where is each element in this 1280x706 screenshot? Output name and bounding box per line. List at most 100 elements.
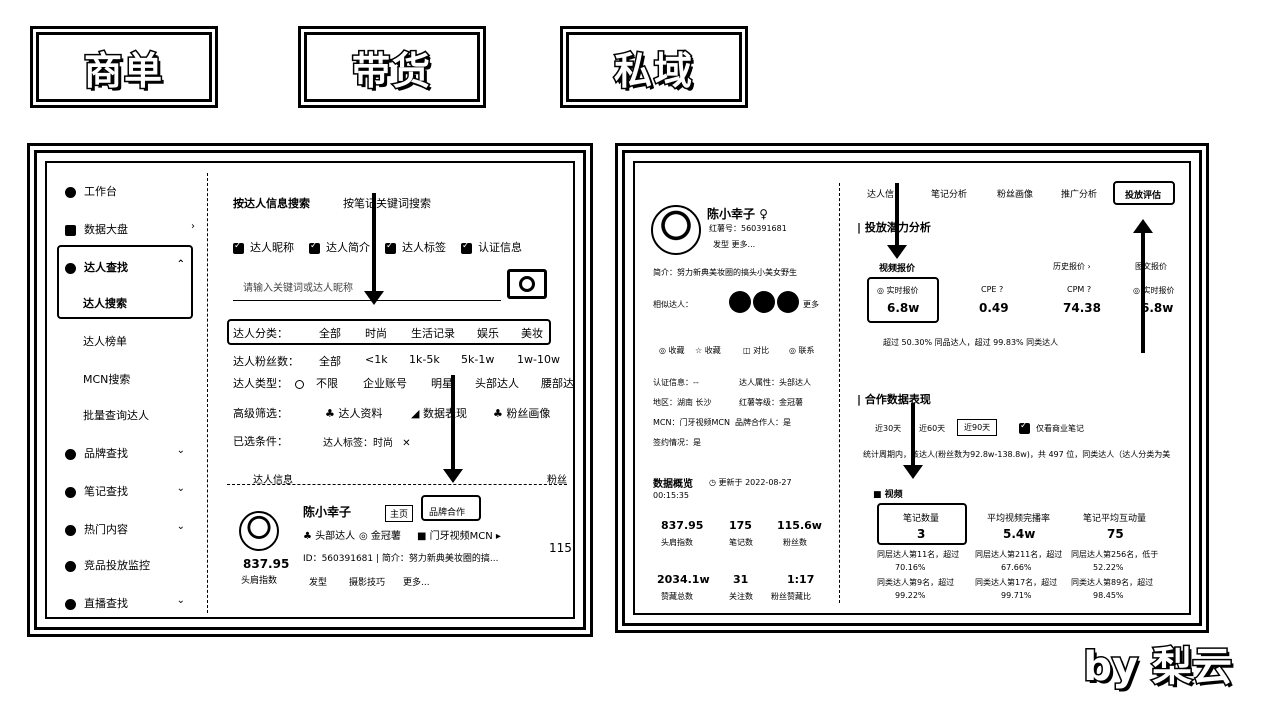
- checkbox-label: 达人简介: [326, 241, 370, 254]
- checkbox-commercial[interactable]: 仅看商业笔记: [1019, 421, 1084, 434]
- type-top[interactable]: 头部达人: [475, 375, 519, 391]
- tag-link-photo[interactable]: 摄影技巧: [349, 575, 385, 588]
- stat-value: 5.4w: [1003, 527, 1036, 541]
- type-waist[interactable]: 腰部达: [541, 375, 574, 391]
- beat-text: 超过 50.30% 同品达人，超过 99.83% 同类达人: [883, 338, 1059, 347]
- category-fashion[interactable]: 时尚: [365, 325, 387, 341]
- category-ent[interactable]: 娱乐: [477, 325, 499, 341]
- tag-link-hair[interactable]: 发型: [309, 575, 327, 588]
- radio-icon: [295, 379, 304, 389]
- sidebar-item-live[interactable]: 直播查找 ⌄: [65, 595, 185, 611]
- category-beauty[interactable]: 美妆: [521, 325, 543, 341]
- sidebar-item-brand[interactable]: 品牌查找 ⌄: [65, 445, 185, 461]
- left-screenshot-panel: 工作台 数据大盘 › 达人查找 ⌃ 达人搜索 达人榜单 MCN搜索 批量查询达人 品…: [27, 143, 593, 637]
- checkbox-tag[interactable]: 达人标签: [385, 239, 446, 255]
- sidebar-item-mcn-search[interactable]: MCN搜索: [83, 371, 130, 387]
- sidebar-item-label: 直播查找: [84, 597, 128, 610]
- sidebar-item-notes[interactable]: 笔记查找 ⌄: [65, 483, 185, 499]
- tab-promotion[interactable]: 推广分析: [1061, 187, 1097, 200]
- chevron-down-icon: ⌄: [176, 483, 185, 494]
- tab-search-by-keyword[interactable]: 按笔记关键词搜索: [343, 195, 431, 211]
- selected-chip[interactable]: 达人标签：时尚 ✕: [323, 434, 411, 449]
- tab-siyu[interactable]: 私域: [560, 26, 748, 108]
- search-button[interactable]: [507, 269, 547, 299]
- section-title-text: 合作数据表现: [864, 393, 931, 406]
- tab-influencer-info[interactable]: 达人信: [867, 187, 894, 200]
- similar-avatars[interactable]: [729, 291, 799, 315]
- video-quote-tab[interactable]: 视频报价: [879, 261, 915, 274]
- selected-chip-text: 达人标签：时尚: [323, 438, 393, 449]
- tab-evaluation[interactable]: 投放评估: [1113, 181, 1175, 205]
- metric-highlight-box: [867, 277, 939, 323]
- category-all[interactable]: 全部: [319, 325, 341, 341]
- avatar[interactable]: [729, 291, 751, 313]
- influencer-name: 陈小幸子 ♀: [707, 207, 768, 221]
- similar-more[interactable]: 更多: [803, 299, 819, 310]
- info-brand-partner: 品牌合作人：是: [735, 418, 791, 427]
- period-60[interactable]: 近60天: [919, 423, 945, 434]
- sidebar-item-label: 数据大盘: [84, 223, 128, 236]
- stat-foot: 同层达人第256名，低于: [1071, 550, 1159, 559]
- checkbox-bio[interactable]: 达人简介: [309, 239, 370, 255]
- influencer-tags[interactable]: 发型 更多...: [713, 239, 755, 250]
- checkbox-verify[interactable]: 认证信息: [461, 239, 522, 255]
- tab-label: 商单: [82, 47, 164, 94]
- action-compare[interactable]: ◫ 对比: [743, 345, 769, 356]
- sidebar-item-influencer-ranking[interactable]: 达人榜单: [83, 333, 127, 349]
- metric-label-text: CPE: [981, 285, 997, 294]
- image-quote-tab[interactable]: 图文报价: [1135, 261, 1167, 272]
- avatar[interactable]: [753, 291, 775, 313]
- period-30[interactable]: 近30天: [875, 423, 901, 434]
- close-icon[interactable]: ✕: [402, 438, 410, 449]
- action-collect[interactable]: ☆ 收藏: [695, 345, 721, 356]
- brand-coop-button[interactable]: 品牌合作: [421, 495, 481, 521]
- period-90[interactable]: 近90天: [957, 419, 998, 436]
- sidebar-item-workbench[interactable]: 工作台: [65, 183, 117, 199]
- stat-foot: 67.66%: [1001, 563, 1032, 572]
- advanced-label: 高级筛选：: [233, 407, 288, 420]
- tab-note-analysis[interactable]: 笔记分析: [931, 187, 967, 200]
- homepage-button[interactable]: 主页: [385, 505, 414, 522]
- tab-fans-portrait[interactable]: 粉丝画像: [997, 187, 1033, 200]
- fans-1w10w[interactable]: 1w-10w: [517, 353, 560, 366]
- sidebar-item-dashboard[interactable]: 数据大盘 ›: [65, 221, 195, 237]
- sidebar-item-find-influencer[interactable]: 达人查找 ⌃: [65, 259, 185, 275]
- fans-count-partial: 115: [549, 541, 572, 555]
- sidebar-item-batch-query[interactable]: 批量查询达人: [83, 407, 149, 423]
- tab-search-by-info[interactable]: 按达人信息搜索: [233, 195, 310, 211]
- sidebar-item-hot[interactable]: 热门内容 ⌄: [65, 521, 185, 537]
- influencer-name[interactable]: 陈小幸子: [303, 503, 351, 520]
- metric-label-text: 实时报价: [1142, 286, 1175, 295]
- fans-1k5k[interactable]: 1k-5k: [409, 353, 440, 366]
- fans-all[interactable]: 全部: [319, 353, 341, 369]
- advanced-data[interactable]: ◢ 数据表现: [411, 405, 467, 421]
- metric-label: CPE ?: [981, 285, 1004, 294]
- sidebar-item-influencer-search[interactable]: 达人搜索: [83, 295, 127, 311]
- type-enterprise[interactable]: 企业账号: [363, 375, 407, 391]
- advanced-item-label: 粉丝画像: [506, 407, 551, 420]
- radio-label: 不限: [316, 377, 338, 390]
- sidebar-item-competitor[interactable]: 竞品投放监控: [65, 557, 150, 573]
- advanced-fans[interactable]: ♣ 粉丝画像: [493, 405, 550, 421]
- fans-lt1k[interactable]: <1k: [365, 353, 388, 366]
- sidebar-item-label: 竞品投放监控: [84, 559, 150, 572]
- avatar[interactable]: [777, 291, 799, 313]
- action-favorite[interactable]: ◎ 收藏: [659, 345, 685, 356]
- tab-shangdan[interactable]: 商单: [30, 26, 218, 108]
- info-cert: 认证信息：--: [653, 378, 699, 387]
- avatar: [239, 511, 279, 551]
- fans-5k1w[interactable]: 5k-1w: [461, 353, 494, 366]
- history-quote-link[interactable]: 历史报价 ›: [1053, 261, 1091, 272]
- overview-label-item: 关注数: [729, 592, 753, 601]
- action-label: 收藏: [704, 346, 721, 355]
- action-contact[interactable]: ◎ 联系: [789, 345, 815, 356]
- advanced-profile[interactable]: ♣ 达人资料: [325, 405, 382, 421]
- overview-value: 175: [729, 519, 752, 532]
- tag-link-more[interactable]: 更多...: [403, 575, 430, 588]
- type-any[interactable]: 不限: [295, 375, 338, 391]
- type-star[interactable]: 明星: [431, 375, 453, 391]
- checkbox-nickname[interactable]: 达人昵称: [233, 239, 294, 255]
- category-life[interactable]: 生活记录: [411, 325, 455, 341]
- tab-daihuo[interactable]: 带货: [298, 26, 486, 108]
- tag-mcn[interactable]: ■ 门牙视频MCN ▸: [417, 527, 501, 542]
